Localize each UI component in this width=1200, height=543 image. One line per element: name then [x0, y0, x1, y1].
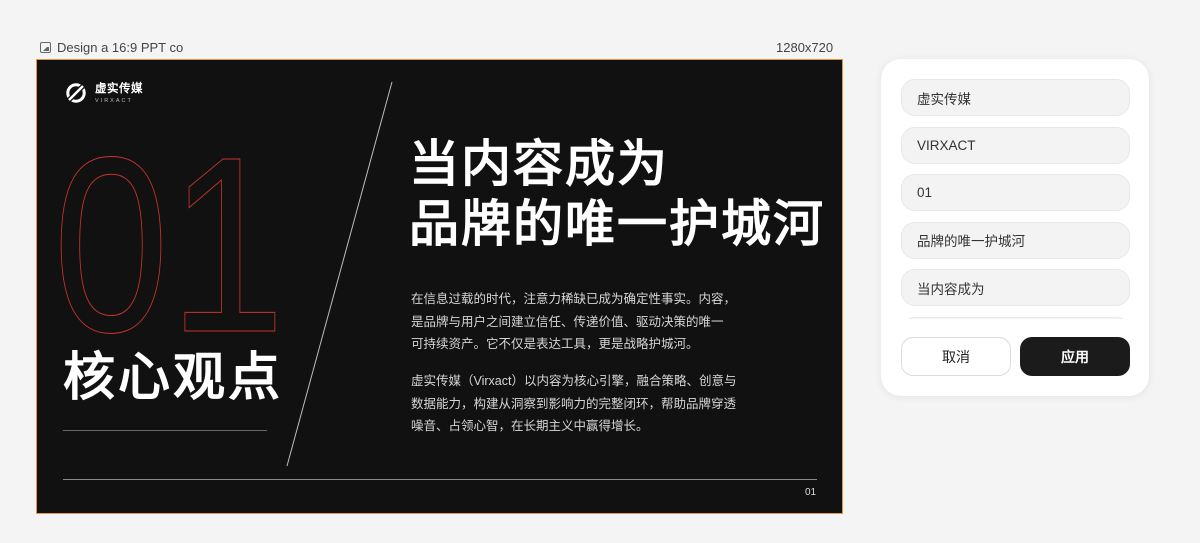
image-icon: [40, 42, 51, 53]
field-list[interactable]: [901, 79, 1130, 319]
paragraph-2-line: 虚实传媒（Virxact）以内容为核心引擎，融合策略、创意与: [411, 374, 737, 388]
logo-text-cn: 虚实传媒: [95, 82, 143, 95]
headline-line-2-field[interactable]: [901, 221, 1130, 259]
footer-divider: [63, 479, 817, 480]
key-point-title: 核心观点: [63, 349, 284, 407]
paragraph-2-line: 数据能力，构建从洞察到影响力的完整闭环，帮助品牌穿透: [411, 396, 737, 411]
title-underline: [63, 430, 267, 431]
big-number-text: 01: [55, 148, 285, 343]
paragraph-1: 在信息过载的时代，注意力稀缺已成为确定性事实。内容， 是品牌与用户之间建立信任、…: [411, 288, 756, 356]
brand-logo: 虚实传媒 VIRXACT: [65, 82, 143, 104]
paragraph-1-line: 是品牌与用户之间建立信任、传递价值、驱动决策的唯一: [411, 314, 724, 329]
paragraph-2: 虚实传媒（Virxact）以内容为核心引擎，融合策略、创意与 数据能力，构建从洞…: [411, 370, 756, 438]
diagonal-divider: [286, 81, 393, 467]
brand-english-field[interactable]: [901, 126, 1130, 164]
logo-text-en: VIRXACT: [95, 97, 133, 104]
design-title: Design a 16:9 PPT co: [57, 40, 184, 55]
cancel-button[interactable]: 取消: [901, 337, 1011, 376]
brand-name-field[interactable]: [901, 79, 1130, 116]
headline-line-1: 当内容成为: [409, 136, 669, 192]
page-number: 01: [805, 487, 817, 498]
paragraph-1-line: 在信息过载的时代，注意力稀缺已成为确定性事实。内容，: [411, 292, 737, 306]
headline-line-1-field[interactable]: [901, 269, 1130, 306]
edit-panel: 取消 应用: [881, 59, 1149, 396]
headline-line-2: 品牌的唯一护城河: [409, 196, 825, 252]
paragraph-1-line: 可持续资产。它不仅是表达工具，更是战略护城河。: [411, 337, 699, 351]
virxact-logo-icon: [66, 83, 86, 103]
slide-dimensions: 1280x720: [776, 40, 834, 55]
next-field[interactable]: [901, 316, 1130, 319]
apply-button[interactable]: 应用: [1020, 337, 1130, 376]
design-caption: Design a 16:9 PPT co: [40, 40, 183, 55]
paragraph-2-line: 噪音、占领心智，在长期主义中赢得增长。: [411, 419, 649, 433]
number-field[interactable]: [901, 174, 1130, 211]
big-number-outline: 01: [55, 148, 286, 343]
headline: 当内容成为 品牌的唯一护城河: [409, 134, 825, 254]
slide-preview[interactable]: 虚实传媒 VIRXACT 01 核心观点 当内容成为 品牌的唯一护城河 在信息过…: [36, 59, 843, 514]
